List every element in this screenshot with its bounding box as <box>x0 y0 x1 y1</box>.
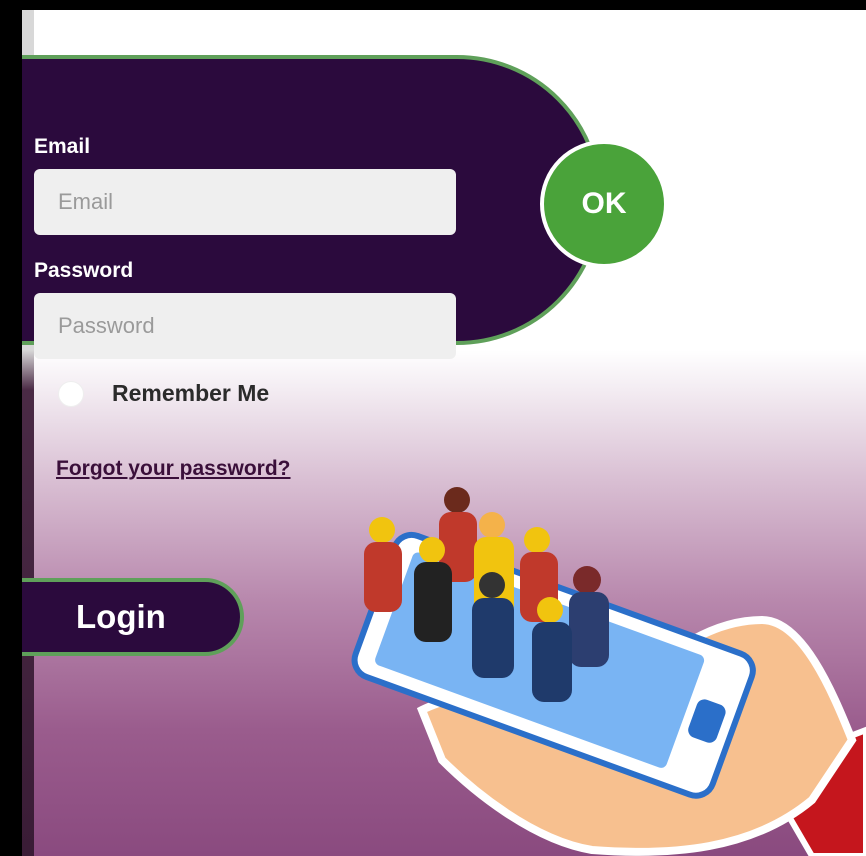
remember-me-label: Remember Me <box>112 380 270 406</box>
remember-me-row: Remember Me <box>58 380 269 407</box>
remember-me-radio[interactable] <box>58 380 84 407</box>
login-screen: Email Password OK Remember Me Forgot you… <box>22 10 866 856</box>
forgot-password-link[interactable]: Forgot your password? <box>56 457 291 481</box>
password-field[interactable] <box>34 293 456 359</box>
email-label: Email <box>34 135 91 158</box>
hand-holding-phone-illustration <box>351 487 866 856</box>
email-field[interactable] <box>34 169 456 235</box>
password-label: Password <box>34 259 134 282</box>
login-button[interactable]: Login <box>22 578 244 656</box>
ok-button[interactable]: OK <box>540 140 668 268</box>
login-form-panel: Email Password <box>22 55 602 359</box>
